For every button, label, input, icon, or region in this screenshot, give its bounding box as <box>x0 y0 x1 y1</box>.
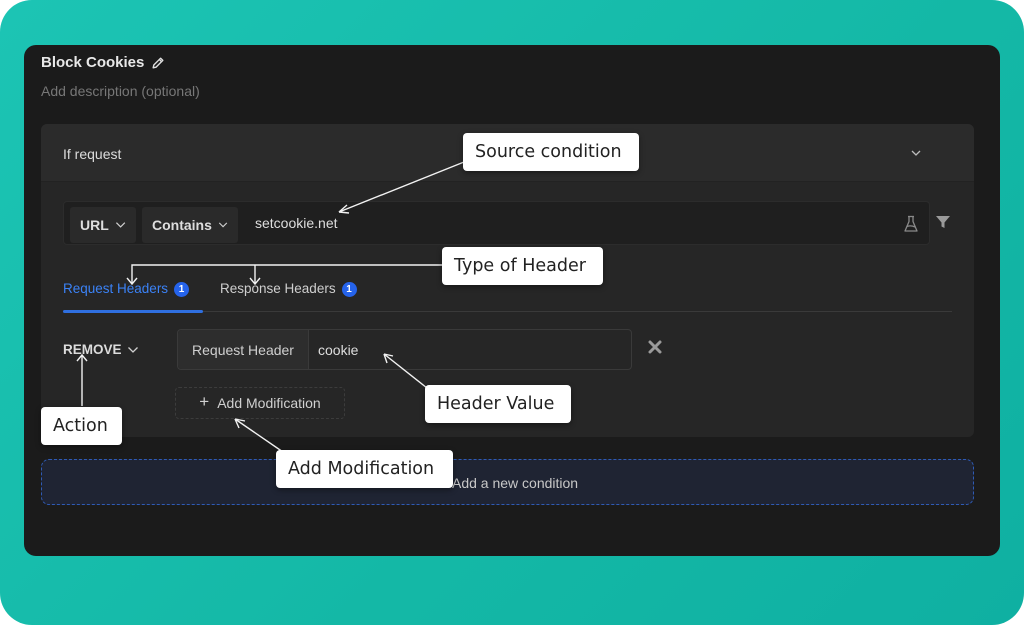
chevron-down-icon <box>218 222 228 228</box>
source-operator-label: Contains <box>152 217 212 233</box>
callout-header-value: Header Value <box>425 385 571 423</box>
rule-title-text: Block Cookies <box>41 54 145 71</box>
header-name-input[interactable]: cookie <box>318 342 358 358</box>
tab-label: Request Headers <box>63 281 169 296</box>
close-icon[interactable] <box>647 339 663 355</box>
count-badge: 1 <box>341 282 357 297</box>
tab-request-headers[interactable]: Request Headers 1 <box>63 280 190 297</box>
header-modification-row: Request Header cookie <box>177 329 632 370</box>
source-key-label: URL <box>80 217 109 233</box>
header-type-label: Request Header <box>178 330 309 369</box>
add-modification-button[interactable]: + Add Modification <box>175 387 345 419</box>
chevron-down-icon[interactable] <box>910 147 922 159</box>
callout-add-modification: Add Modification <box>276 450 453 488</box>
action-dropdown[interactable]: REMOVE <box>63 342 139 357</box>
rule-title[interactable]: Block Cookies <box>41 54 165 71</box>
callout-action: Action <box>41 407 122 445</box>
count-badge: 1 <box>174 282 190 297</box>
add-modification-label: Add Modification <box>217 395 321 411</box>
callout-source-condition: Source condition <box>463 133 639 171</box>
filter-icon[interactable] <box>935 214 951 230</box>
chevron-down-icon <box>115 222 126 228</box>
add-new-condition-label: Add a new condition <box>452 475 579 491</box>
source-condition-row: URL Contains setcookie.net <box>63 201 930 245</box>
condition-header-label: If request <box>63 146 122 162</box>
action-label: REMOVE <box>63 342 122 357</box>
source-operator-dropdown[interactable]: Contains <box>142 207 238 243</box>
source-value-input[interactable]: setcookie.net <box>255 215 338 231</box>
tab-response-headers[interactable]: Response Headers 1 <box>220 280 357 297</box>
callout-type-of-header: Type of Header <box>442 247 603 285</box>
active-tab-indicator <box>63 310 203 313</box>
source-key-dropdown[interactable]: URL <box>70 207 136 243</box>
add-new-condition-button[interactable]: Add a new condition <box>41 459 974 505</box>
flask-icon[interactable] <box>903 215 919 233</box>
pencil-icon[interactable] <box>151 56 165 70</box>
chevron-down-icon <box>127 346 138 353</box>
plus-icon: + <box>199 392 210 411</box>
tab-label: Response Headers <box>220 281 336 296</box>
description-input[interactable]: Add description (optional) <box>41 83 200 99</box>
